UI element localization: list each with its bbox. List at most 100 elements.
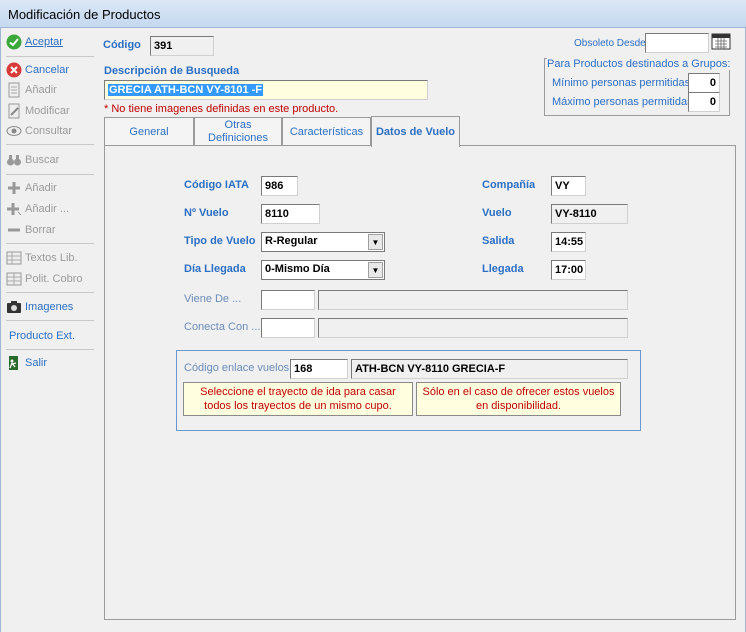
chevron-down-icon[interactable]: ▼ [368, 234, 383, 250]
cancelar-label: Cancelar [25, 64, 70, 76]
consultar-button[interactable]: Consultar [6, 121, 94, 141]
plus-icon [6, 201, 22, 217]
iata-label: Código IATA [184, 179, 249, 191]
anadir-button[interactable]: Añadir [6, 80, 94, 100]
grupos-title: Para Productos destinados a Grupos: [547, 58, 731, 70]
tipo-vuelo-select[interactable]: R-Regular ▼ [261, 232, 385, 252]
descripcion-selected-text: GRECIA ATH-BCN VY-8101 -F [108, 84, 264, 96]
dia-llegada-label: Día Llegada [184, 263, 246, 275]
tab-general-label: General [129, 125, 169, 138]
modificar-button[interactable]: Modificar [6, 101, 94, 121]
imagenes-label: Imagenes [25, 301, 74, 313]
consultar-label: Consultar [25, 125, 73, 137]
check-icon [6, 34, 22, 50]
descripcion-label: Descripción de Busqueda [104, 65, 240, 77]
borrar-button[interactable]: Borrar [6, 220, 94, 240]
tab-otras-definiciones[interactable]: Otras Definiciones [194, 117, 282, 146]
eye-icon [6, 123, 22, 139]
codigo-label: Código [103, 39, 141, 51]
descripcion-field[interactable]: GRECIA ATH-BCN VY-8101 -F [104, 80, 428, 100]
vuelo-field: VY-8110 [551, 204, 628, 224]
enlace-note-ida: Seleccione el trayecto de ida para casar… [183, 382, 413, 416]
window-title: Modificación de Productos [8, 7, 161, 22]
no-images-warning: * No tiene imagenes definidas en este pr… [104, 103, 339, 115]
nvuelo-field[interactable]: 8110 [261, 204, 320, 224]
edit-icon [6, 103, 22, 119]
viene-de-desc-field [318, 290, 628, 310]
modificar-label: Modificar [25, 105, 70, 117]
tab-caracteristicas-label: Características [289, 125, 364, 138]
codigo-field[interactable]: 391 [150, 36, 214, 56]
conecta-con-desc-field [318, 318, 628, 338]
toolbar-separator [6, 174, 94, 175]
viene-de-code-field[interactable] [261, 290, 315, 310]
toolbar-separator [6, 320, 94, 321]
obsoleto-date-field[interactable] [645, 33, 709, 53]
textos-button[interactable]: Textos Lib. [6, 248, 94, 268]
cancelar-button[interactable]: Cancelar [6, 60, 94, 80]
anadir-mas-label: Añadir ... [25, 203, 70, 215]
tipo-vuelo-label: Tipo de Vuelo [184, 235, 256, 247]
calendar-icon[interactable] [711, 32, 731, 50]
salir-label: Salir [25, 357, 48, 369]
tipo-vuelo-value: R-Regular [265, 235, 318, 247]
enlace-label: Código enlace vuelos [184, 362, 290, 374]
polit-cobro-label: Polit. Cobro [25, 273, 83, 285]
camera-icon [6, 299, 22, 315]
buscar-button[interactable]: Buscar [6, 150, 94, 170]
obsoleto-label: Obsoleto Desde [574, 38, 646, 49]
iata-field[interactable]: 986 [261, 176, 298, 196]
tab-general[interactable]: General [104, 117, 194, 146]
anadir-detalle-label: Añadir [25, 182, 57, 194]
title-bar: Modificación de Productos [0, 0, 746, 28]
dia-llegada-select[interactable]: 0-Mismo Día ▼ [261, 260, 385, 280]
aceptar-label: Aceptar [25, 36, 63, 48]
salida-label: Salida [482, 235, 515, 247]
anadir-mas-button[interactable]: Añadir ... [6, 199, 94, 219]
polit-cobro-button[interactable]: Polit. Cobro [6, 269, 94, 289]
tab-otras-definiciones-label: Otras Definiciones [208, 119, 268, 144]
compania-label: Compañía [482, 179, 536, 191]
vuelo-label: Vuelo [482, 207, 512, 219]
salida-field[interactable]: 14:55 [551, 232, 586, 252]
maximo-field[interactable]: 0 [688, 92, 720, 112]
borrar-label: Borrar [25, 224, 56, 236]
minimo-field[interactable]: 0 [688, 73, 720, 93]
minus-icon [6, 222, 22, 238]
text-grid-icon [6, 250, 22, 266]
table-icon [6, 271, 22, 287]
anadir-detalle-button[interactable]: Añadir [6, 178, 94, 198]
tab-caracteristicas[interactable]: Características [282, 117, 371, 146]
toolbar-separator [6, 243, 94, 244]
cancel-icon [6, 62, 22, 78]
imagenes-button[interactable]: Imagenes [6, 297, 94, 317]
tab-datos-de-vuelo[interactable]: Datos de Vuelo [371, 116, 460, 147]
toolbar-separator [6, 349, 94, 350]
conecta-con-label: Conecta Con ... [184, 321, 261, 333]
llegada-field[interactable]: 17:00 [551, 260, 586, 280]
toolbar-separator [6, 292, 94, 293]
salir-button[interactable]: Salir [6, 353, 94, 373]
enlace-desc-field: ATH-BCN VY-8110 GRECIA-F [351, 359, 628, 379]
producto-ext-button[interactable]: Producto Ext. [6, 326, 94, 346]
compania-field[interactable]: VY [551, 176, 586, 196]
llegada-label: Llegada [482, 263, 524, 275]
textos-label: Textos Lib. [25, 252, 78, 264]
maximo-label: Máximo personas permitidas [552, 96, 693, 108]
plus-icon [6, 180, 22, 196]
dia-llegada-value: 0-Mismo Día [265, 263, 330, 275]
anadir-label: Añadir [25, 84, 57, 96]
buscar-label: Buscar [25, 154, 60, 166]
toolbar-separator [6, 56, 94, 57]
producto-ext-label: Producto Ext. [9, 330, 76, 342]
toolbar-separator [6, 144, 94, 145]
tab-datos-de-vuelo-label: Datos de Vuelo [375, 125, 456, 138]
enlace-code-field[interactable]: 168 [290, 359, 348, 379]
binoculars-icon [6, 152, 22, 168]
chevron-down-icon[interactable]: ▼ [368, 262, 383, 278]
nvuelo-label: Nº Vuelo [184, 207, 229, 219]
aceptar-button[interactable]: Aceptar [6, 32, 94, 52]
document-icon [6, 82, 22, 98]
minimo-label: Mínimo personas permitidas [552, 77, 691, 89]
conecta-con-code-field[interactable] [261, 318, 315, 338]
